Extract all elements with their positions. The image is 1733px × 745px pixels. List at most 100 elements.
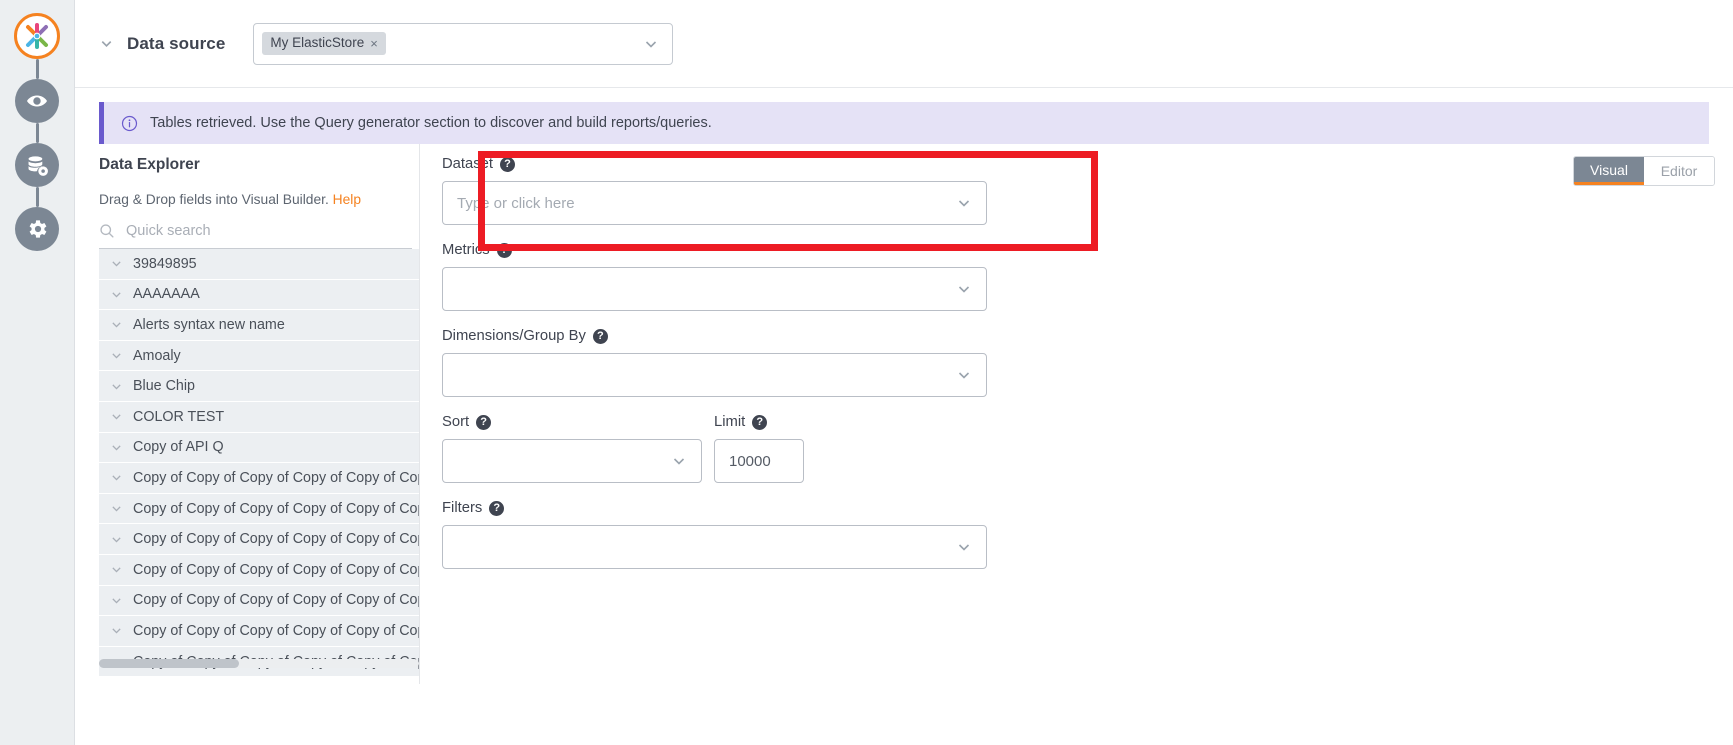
data-explorer-panel: Data Explorer Drag & Drop fields into Vi… [75, 144, 420, 686]
sort-limit-row: Sort ? Limit ? 10000 [442, 414, 1733, 483]
chevron-down-icon[interactable] [110, 288, 123, 301]
chevron-down-icon[interactable] [110, 410, 123, 423]
dataset-help-icon[interactable]: ? [500, 156, 515, 172]
limit-field-block: Limit ? 10000 [714, 414, 804, 483]
sort-input[interactable] [442, 439, 702, 483]
sort-label-row: Sort ? [442, 414, 702, 430]
tree-item[interactable]: COLOR TEST [99, 401, 420, 433]
tree-horizontal-scrollbar-thumb[interactable] [99, 659, 239, 668]
search-icon [99, 223, 115, 239]
chevron-down-icon[interactable] [110, 318, 123, 331]
filters-help-icon[interactable]: ? [489, 500, 505, 516]
data-source-select[interactable]: My ElasticStore × [253, 22, 674, 65]
dimensions-input[interactable] [442, 353, 987, 397]
data-source-label: Data source [127, 33, 226, 53]
rail-connector [35, 123, 39, 143]
tree-item[interactable]: Copy of Copy of Copy of Copy of Copy of … [99, 616, 420, 647]
preview-eye-icon[interactable] [15, 79, 59, 123]
tree-item[interactable]: Copy of Copy of Copy of Copy of Copy of … [99, 524, 420, 555]
data-explorer-tree[interactable]: 39849895 AAAAAAA Alerts syntax new name Amo… [99, 249, 420, 679]
limit-input[interactable]: 10000 [714, 439, 804, 483]
chevron-down-icon[interactable] [643, 36, 659, 52]
tree-item[interactable]: Copy of Copy of Copy of Copy of Copy of … [99, 493, 420, 525]
limit-help-icon[interactable]: ? [752, 414, 768, 430]
data-source-chip[interactable]: My ElasticStore × [262, 32, 386, 55]
limit-label-row: Limit ? [714, 414, 804, 430]
tree-item-label: Alerts syntax new name [133, 316, 285, 333]
app-root: Data source My ElasticStore × Tables ret… [0, 0, 1733, 745]
tree-item-label: Copy of API Q [133, 439, 224, 456]
sort-help-icon[interactable]: ? [476, 414, 492, 430]
help-link[interactable]: Help [333, 192, 361, 207]
tree-item[interactable]: 39849895 [99, 249, 420, 280]
query-generator-form: Dataset ? Type or click here Visual Edit… [420, 156, 1733, 686]
filters-label: Filters [442, 500, 483, 516]
sort-field-block: Sort ? [442, 414, 702, 483]
metrics-field-block: Metrics ? [442, 242, 1733, 311]
tree-item-label: 39849895 [133, 255, 197, 272]
metrics-input[interactable] [442, 267, 987, 311]
banner-wrap: Tables retrieved. Use the Query generato… [75, 88, 1733, 144]
left-nav-rail [0, 0, 75, 745]
data-source-bar: Data source My ElasticStore × [75, 0, 1733, 88]
dataset-input[interactable]: Type or click here [442, 181, 987, 225]
chevron-down-icon[interactable] [956, 195, 972, 211]
limit-label: Limit [714, 414, 746, 430]
app-logo-icon[interactable] [14, 13, 60, 59]
data-source-chip-label: My ElasticStore [270, 35, 365, 51]
database-settings-icon[interactable] [15, 143, 59, 187]
tree-horizontal-scrollbar[interactable] [99, 659, 419, 668]
dataset-label: Dataset [442, 156, 493, 172]
data-explorer-subtitle-text: Drag & Drop fields into Visual Builder. [99, 192, 329, 207]
tree-item[interactable]: Amoaly [99, 340, 420, 372]
chevron-down-icon[interactable] [110, 624, 123, 637]
limit-value: 10000 [729, 452, 771, 470]
filters-field-block: Filters ? [442, 500, 1733, 569]
visual-editor-toggle[interactable]: Visual Editor [1573, 156, 1715, 186]
chevron-down-icon[interactable] [110, 257, 123, 270]
info-banner: Tables retrieved. Use the Query generato… [99, 102, 1709, 144]
tree-item[interactable]: AAAAAAA [99, 279, 420, 311]
data-source-collapse-chevron-down-icon[interactable] [99, 36, 114, 51]
metrics-label: Metrics [442, 242, 490, 258]
chevron-down-icon[interactable] [956, 281, 972, 297]
close-icon[interactable]: × [370, 37, 378, 50]
tree-item-label: Copy of Copy of Copy of Copy of Copy of … [133, 469, 420, 486]
tree-item-label: Amoaly [133, 347, 181, 364]
tree-item[interactable]: Copy of Copy of Copy of Copy of Copy of … [99, 463, 420, 494]
filters-input[interactable] [442, 525, 987, 569]
chevron-down-icon[interactable] [110, 349, 123, 362]
tree-rows: 39849895 AAAAAAA Alerts syntax new name Amo… [99, 249, 420, 678]
filters-label-row: Filters ? [442, 500, 1733, 516]
tree-item[interactable]: Alerts syntax new name [99, 310, 420, 341]
quick-search-placeholder: Quick search [126, 223, 211, 239]
quick-search-field[interactable]: Quick search [99, 223, 412, 249]
chevron-down-icon[interactable] [956, 539, 972, 555]
chevron-down-icon[interactable] [671, 453, 687, 469]
metrics-help-icon[interactable]: ? [496, 242, 512, 258]
settings-gear-icon[interactable] [15, 207, 59, 251]
tab-editor[interactable]: Editor [1644, 157, 1714, 185]
data-explorer-title: Data Explorer [99, 156, 200, 173]
chevron-down-icon[interactable] [110, 441, 123, 454]
chevron-down-icon[interactable] [110, 533, 123, 546]
chevron-down-icon[interactable] [956, 367, 972, 383]
chevron-down-icon[interactable] [110, 563, 123, 576]
dimensions-field-block: Dimensions/Group By ? [442, 328, 1733, 397]
tree-item[interactable]: Copy of Copy of Copy of Copy of Copy of … [99, 585, 420, 617]
dataset-field-block: Dataset ? Type or click here [442, 156, 1733, 225]
sort-label: Sort [442, 414, 470, 430]
tree-item-label: Copy of Copy of Copy of Copy of Copy of … [133, 622, 420, 639]
tree-item[interactable]: Copy of API Q [99, 432, 420, 464]
chevron-down-icon[interactable] [110, 380, 123, 393]
tree-item[interactable]: Copy of Copy of Copy of Copy of Copy of … [99, 554, 420, 586]
tree-item-label: Copy of Copy of Copy of Copy of Copy of … [133, 531, 420, 548]
chevron-down-icon[interactable] [110, 471, 123, 484]
info-banner-text: Tables retrieved. Use the Query generato… [150, 115, 712, 131]
chevron-down-icon[interactable] [110, 594, 123, 607]
rail-connector [35, 59, 39, 79]
tab-visual[interactable]: Visual [1574, 157, 1644, 185]
dimensions-help-icon[interactable]: ? [592, 328, 608, 344]
tree-item[interactable]: Blue Chip [99, 371, 420, 402]
chevron-down-icon[interactable] [110, 502, 123, 515]
